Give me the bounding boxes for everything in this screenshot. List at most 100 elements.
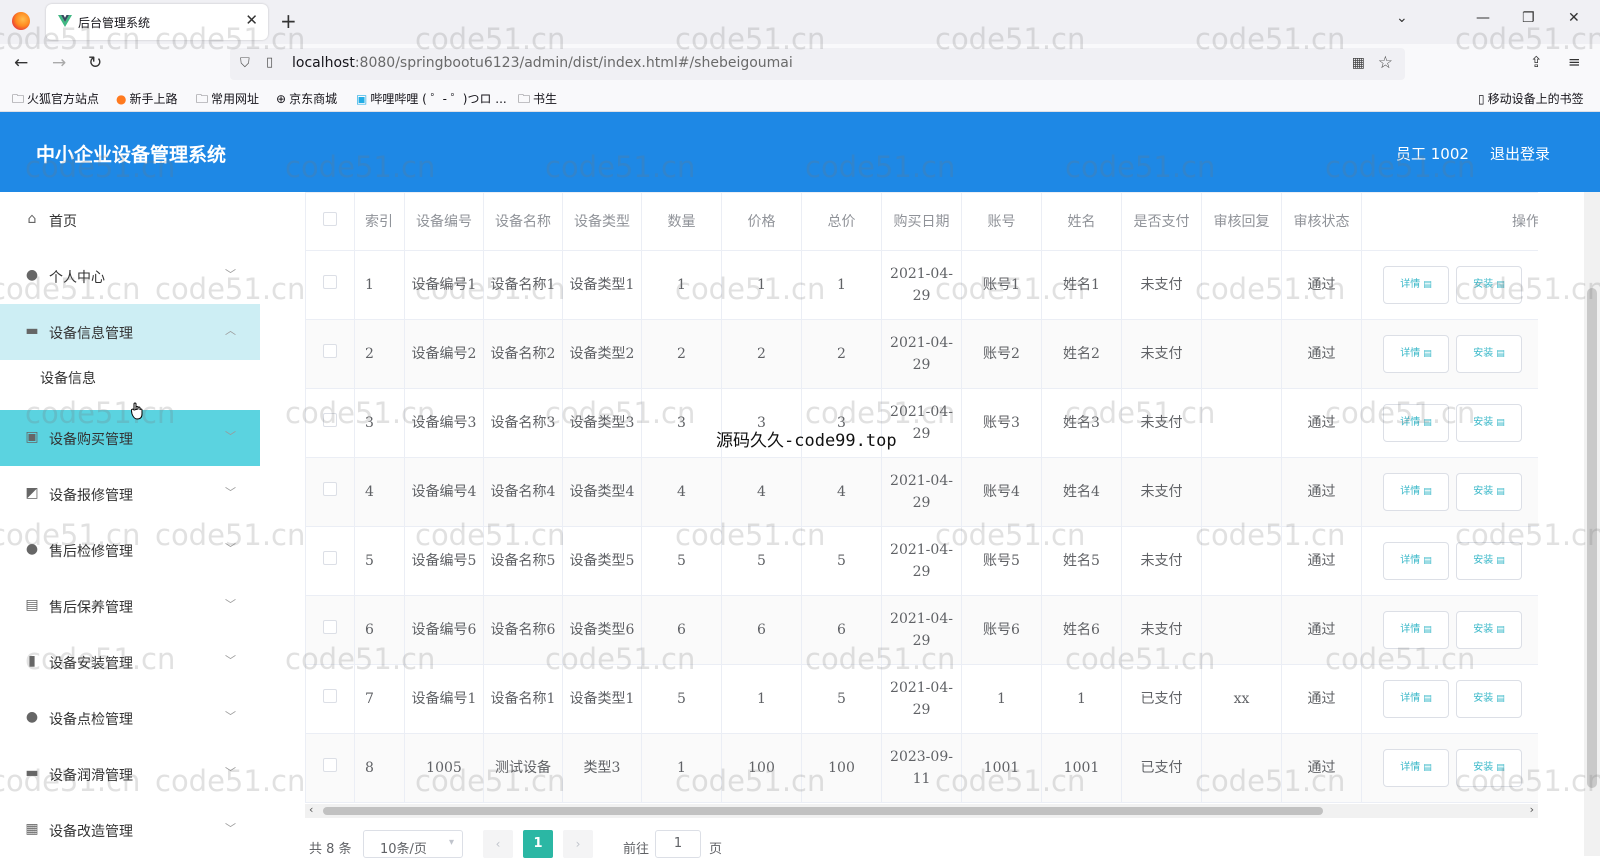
bookmark-label: 京东商城	[289, 92, 338, 106]
install-button[interactable]: 安装 ▤	[1456, 542, 1522, 580]
mobile-bookmarks[interactable]: ▯ 移动设备上的书签	[1478, 90, 1584, 107]
install-button[interactable]: 安装 ▤	[1456, 473, 1522, 511]
bookmarks-bar: 🗀 火狐官方站点 ● 新手上路 🗀 常用网址 ⊕ 京东商城 ▣ 哔哩哔哩 ( ゜- ゜)つ…	[0, 84, 1600, 112]
scroll-right-icon[interactable]: ›	[1530, 803, 1534, 816]
page-size-select[interactable]: 10条/页 ▾	[363, 830, 463, 858]
chevron-down-icon: ﹀	[225, 598, 236, 611]
bookmark-star-icon[interactable]: ☆	[1378, 53, 1393, 73]
chevron-down-icon: ﹀	[225, 822, 236, 835]
install-button[interactable]: 安装 ▤	[1456, 404, 1522, 442]
sidebar-item-inspection[interactable]: ● 设备点检管理 ﹀	[0, 690, 260, 746]
sidebar-item-repair[interactable]: ◩ 设备报修管理 ﹀	[0, 466, 260, 522]
vertical-scrollbar[interactable]	[1584, 192, 1600, 856]
bookmark-item[interactable]: ⊕ 京东商城	[276, 90, 337, 107]
sidebar-item-home[interactable]: ⌂ 首页	[0, 192, 260, 248]
install-button[interactable]: 安装 ▤	[1456, 749, 1522, 787]
row-select-cell[interactable]	[305, 595, 355, 665]
minimize-icon[interactable]: —	[1476, 10, 1490, 26]
shield-icon[interactable]: ⛉	[240, 56, 250, 71]
scrollbar-thumb[interactable]	[1587, 288, 1597, 788]
bilibili-icon: ▣	[356, 92, 368, 106]
sidebar-item-install[interactable]: ▮ 设备安装管理 ﹀	[0, 634, 260, 690]
qr-code-icon[interactable]: ▦	[1352, 55, 1365, 71]
sidebar-item-lubrication[interactable]: ▬ 设备润滑管理 ﹀	[0, 746, 260, 802]
page-number-current[interactable]: 1	[523, 830, 553, 858]
logout-link[interactable]: 退出登录	[1490, 143, 1550, 164]
firefox-icon[interactable]	[12, 12, 30, 30]
detail-button[interactable]: 详情 ▤	[1383, 611, 1449, 649]
url-bar[interactable]: ⛉ ▯ localhost:8080/springbootu6123/admin…	[230, 48, 1405, 80]
prev-page-button[interactable]: ‹	[483, 830, 513, 858]
detail-button[interactable]: 详情 ▤	[1383, 749, 1449, 787]
detail-button[interactable]: 详情 ▤	[1383, 680, 1449, 718]
install-button[interactable]: 安装 ▤	[1456, 335, 1522, 373]
bookmark-item[interactable]: ● 新手上路	[116, 90, 178, 107]
cell-date: 2021-04-29	[881, 319, 962, 389]
table-header-row: 索引 设备编号 设备名称 设备类型 数量 价格 总价 购买日期 账号 姓名 是否…	[305, 192, 1538, 251]
row-checkbox[interactable]	[323, 482, 337, 496]
install-button[interactable]: 安装 ▤	[1456, 266, 1522, 304]
reload-icon[interactable]: ↻	[88, 53, 102, 73]
current-user: 员工 1002	[1396, 145, 1469, 163]
cell-qty: 1	[641, 250, 722, 320]
row-checkbox[interactable]	[323, 758, 337, 772]
row-checkbox[interactable]	[323, 413, 337, 427]
install-button[interactable]: 安装 ▤	[1456, 611, 1522, 649]
sidebar-item-modification[interactable]: ▦ 设备改造管理 ﹀	[0, 802, 260, 858]
row-select-cell[interactable]	[305, 733, 355, 803]
goto-page-input[interactable]: 1	[655, 830, 701, 858]
sidebar-item-after-sale-repair[interactable]: ● 售后检修管理 ﹀	[0, 522, 260, 578]
bookmark-item[interactable]: 🗀 火狐官方站点	[12, 90, 99, 111]
chart-icon: ◩	[25, 485, 39, 501]
bookmark-item[interactable]: 🗀 书生	[518, 90, 557, 111]
forward-icon[interactable]: →	[52, 53, 66, 73]
row-select-cell[interactable]	[305, 319, 355, 389]
row-checkbox[interactable]	[323, 689, 337, 703]
next-page-button[interactable]: ›	[563, 830, 593, 858]
tab-list-icon[interactable]: ⌄	[1396, 10, 1408, 26]
row-checkbox[interactable]	[323, 551, 337, 565]
sidebar-item-profile[interactable]: ● 个人中心 ﹀	[0, 248, 260, 304]
cell-reply	[1201, 733, 1282, 803]
sidebar-item-maintenance[interactable]: ▤ 售后保养管理 ﹀	[0, 578, 260, 634]
install-button[interactable]: 安装 ▤	[1456, 680, 1522, 718]
scrollbar-thumb[interactable]	[323, 807, 1323, 815]
horizontal-scrollbar[interactable]: ‹ ›	[305, 803, 1538, 818]
detail-button[interactable]: 详情 ▤	[1383, 266, 1449, 304]
select-all-cell[interactable]	[305, 192, 355, 251]
row-checkbox[interactable]	[323, 620, 337, 634]
row-checkbox[interactable]	[323, 275, 337, 289]
url-text[interactable]: localhost:8080/springbootu6123/admin/dis…	[292, 55, 793, 71]
close-tab-icon[interactable]: ✕	[245, 11, 258, 29]
sidebar-item-device-purchase[interactable]: ▣ 设备购买管理 ﹀	[0, 410, 260, 466]
back-icon[interactable]: ←	[14, 53, 28, 73]
detail-button[interactable]: 详情 ▤	[1383, 404, 1449, 442]
mobile-icon: ▯	[1478, 92, 1485, 106]
detail-button[interactable]: 详情 ▤	[1383, 335, 1449, 373]
extensions-icon[interactable]: ⇪	[1530, 53, 1543, 71]
install-button-label: 安装	[1473, 417, 1494, 428]
row-select-cell[interactable]	[305, 250, 355, 320]
maximize-icon[interactable]: ❐	[1522, 10, 1535, 26]
bookmark-item[interactable]: ▣ 哔哩哔哩 ( ゜- ゜)つロ ...	[356, 90, 507, 107]
bookmark-item[interactable]: 🗀 常用网址	[196, 90, 259, 111]
window-close-icon[interactable]: ✕	[1568, 10, 1580, 26]
row-select-cell[interactable]	[305, 388, 355, 458]
row-select-cell[interactable]	[305, 664, 355, 734]
detail-button[interactable]: 详情 ▤	[1383, 473, 1449, 511]
detail-button-label: 详情	[1400, 762, 1421, 773]
select-all-checkbox[interactable]	[323, 211, 337, 226]
folder-icon: 🗀	[518, 92, 531, 106]
row-select-cell[interactable]	[305, 526, 355, 596]
scroll-left-icon[interactable]: ‹	[309, 803, 313, 816]
menu-icon[interactable]: ≡	[1568, 53, 1581, 71]
row-checkbox[interactable]	[323, 344, 337, 358]
doc-icon: ▤	[1496, 280, 1505, 290]
new-tab-icon[interactable]: +	[280, 9, 297, 33]
sidebar-subitem-device-info[interactable]: 设备信息	[0, 352, 260, 402]
cell-status: 通过	[1281, 250, 1362, 320]
detail-button[interactable]: 详情 ▤	[1383, 542, 1449, 580]
cell-qty: 5	[641, 664, 722, 734]
row-select-cell[interactable]	[305, 457, 355, 527]
browser-tab[interactable]: 后台管理系统 ✕	[46, 4, 268, 40]
